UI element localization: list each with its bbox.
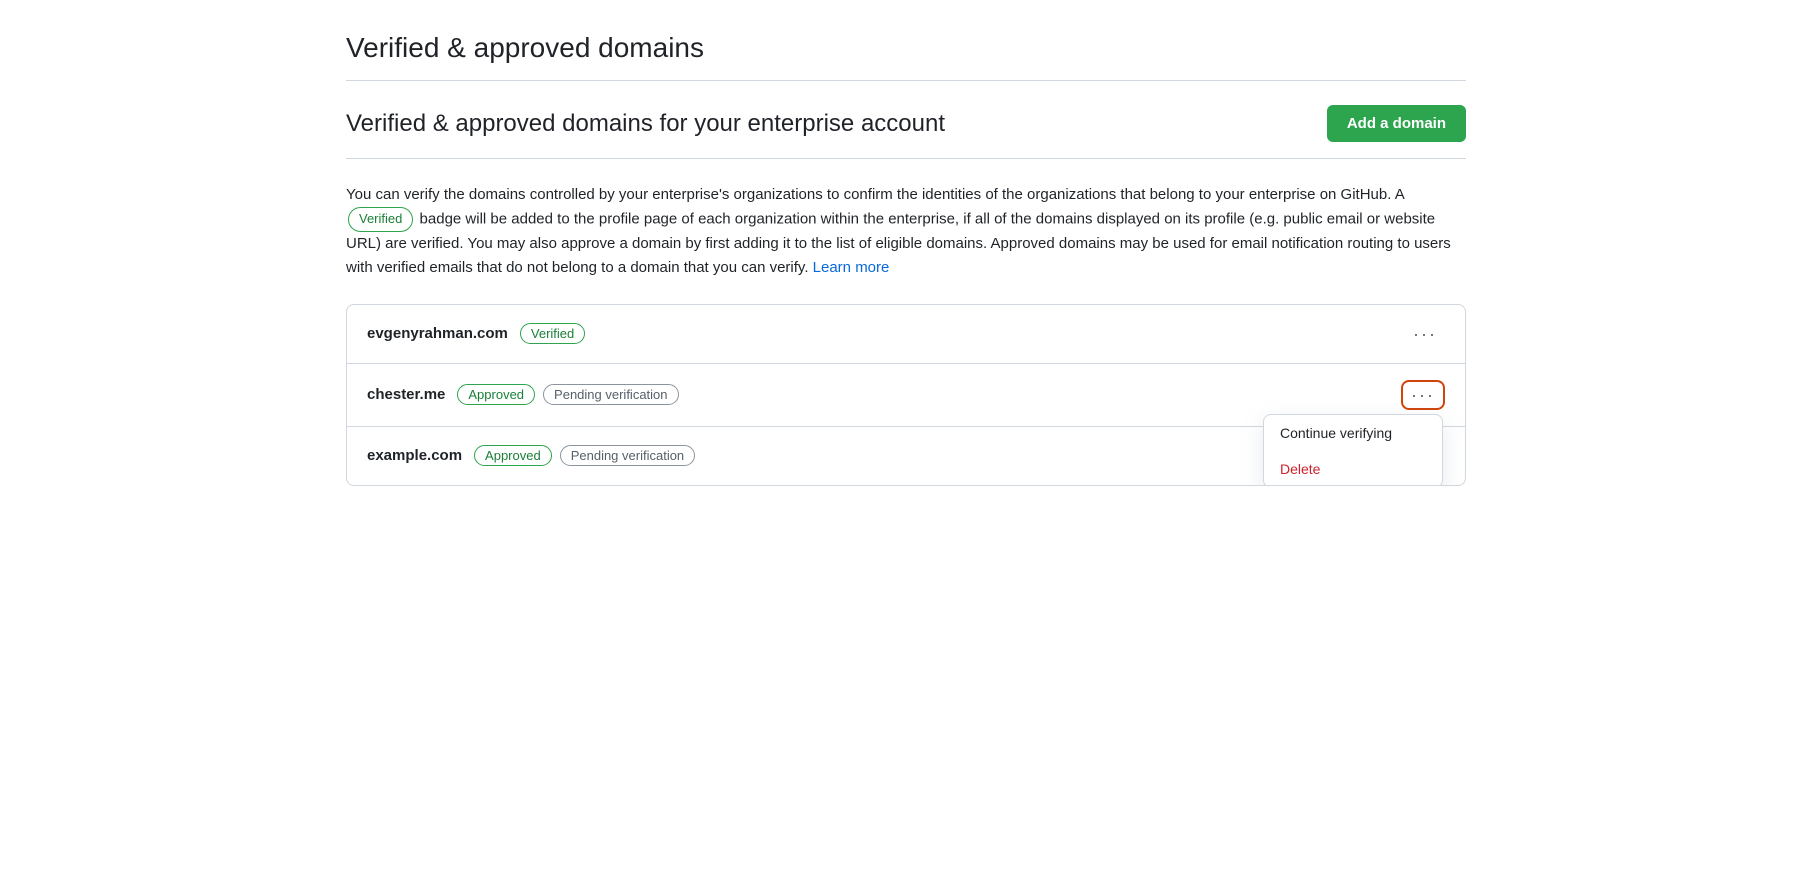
approved-badge: Approved xyxy=(474,445,552,466)
three-dots-button[interactable]: ··· xyxy=(1403,382,1443,408)
description-after-badge: badge will be added to the profile page … xyxy=(346,210,1451,275)
title-divider xyxy=(346,80,1466,81)
section-title: Verified & approved domains for your ent… xyxy=(346,110,945,138)
domains-table: evgenyrahman.com Verified ··· chester.me… xyxy=(346,304,1466,486)
page-title: Verified & approved domains xyxy=(346,32,1466,64)
description-before-badge: You can verify the domains controlled by… xyxy=(346,186,1404,203)
delete-button[interactable]: Delete xyxy=(1264,451,1442,486)
add-domain-button[interactable]: Add a domain xyxy=(1327,105,1466,142)
domain-dropdown-menu: Continue verifying Delete xyxy=(1263,414,1443,486)
pending-badge: Pending verification xyxy=(560,445,695,466)
section-divider xyxy=(346,158,1466,159)
description-verified-badge: Verified xyxy=(348,207,413,232)
learn-more-link[interactable]: Learn more xyxy=(813,259,890,276)
domain-actions-highlighted: ··· Continue verifying Delete xyxy=(1401,380,1445,410)
pending-badge: Pending verification xyxy=(543,384,678,405)
domain-row: chester.me Approved Pending verification… xyxy=(347,364,1465,427)
domain-actions: ··· xyxy=(1405,321,1445,347)
verified-badge: Verified xyxy=(520,323,585,344)
domain-name: example.com xyxy=(367,447,462,464)
domain-name: chester.me xyxy=(367,386,445,403)
three-dots-button[interactable]: ··· xyxy=(1405,321,1445,347)
continue-verifying-button[interactable]: Continue verifying xyxy=(1264,415,1442,451)
approved-badge: Approved xyxy=(457,384,535,405)
section-header: Verified & approved domains for your ent… xyxy=(346,105,1466,142)
domain-name: evgenyrahman.com xyxy=(367,325,508,342)
page-container: Verified & approved domains Verified & a… xyxy=(306,0,1506,518)
domain-row: evgenyrahman.com Verified ··· xyxy=(347,305,1465,364)
description-text: You can verify the domains controlled by… xyxy=(346,183,1466,280)
